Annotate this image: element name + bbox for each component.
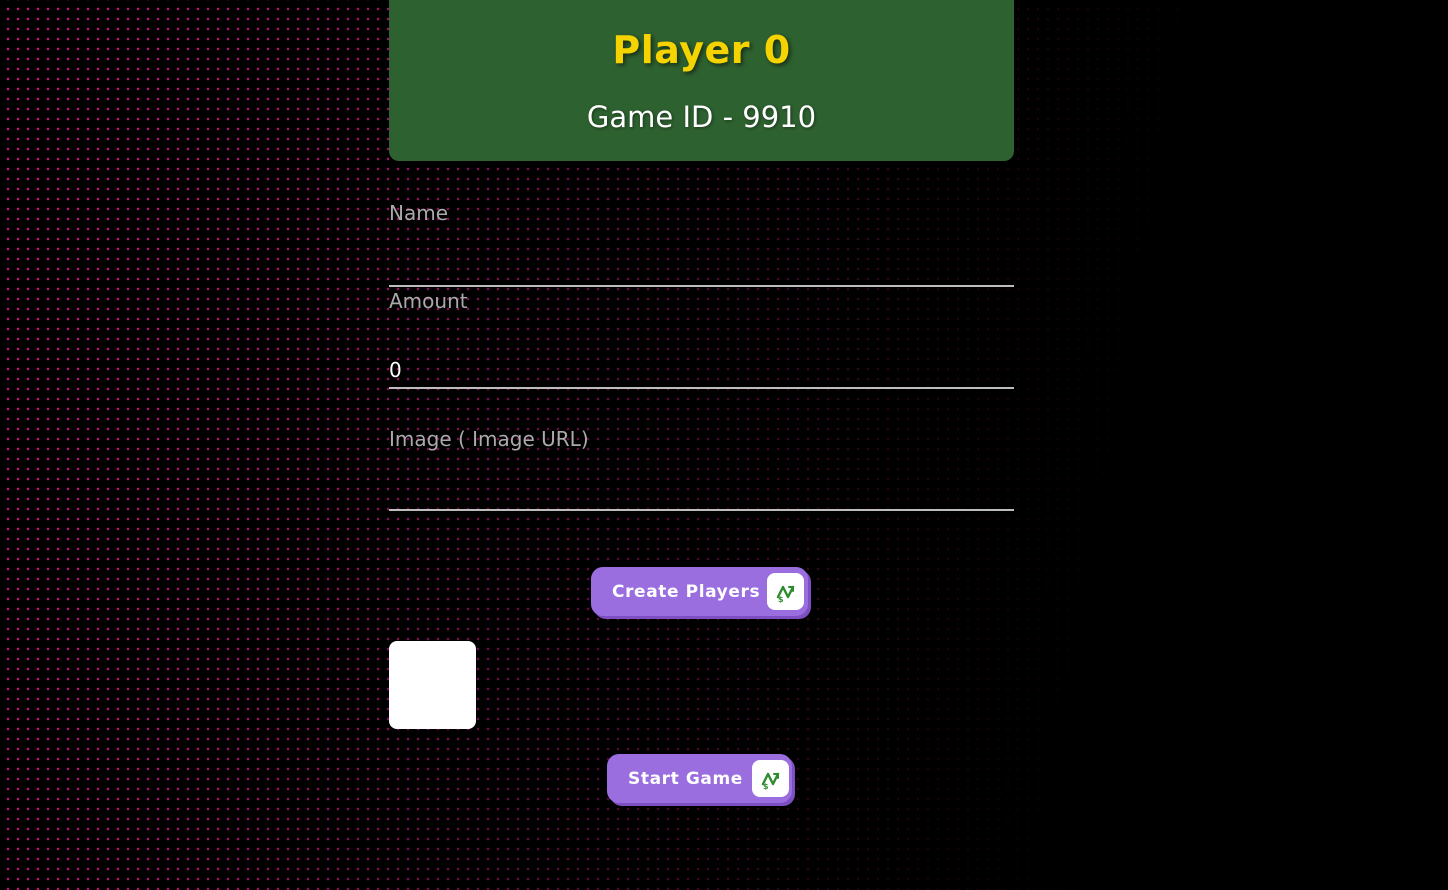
player-title: Player 0 [612,28,791,72]
amount-input[interactable] [389,353,1014,389]
amount-label: Amount [389,289,468,313]
image-url-label: Image ( Image URL) [389,427,589,451]
image-url-field: Image ( Image URL) [389,427,1014,513]
name-input[interactable] [389,251,1014,287]
player-avatar-tile[interactable] [389,641,476,729]
dollar-arrow-icon: $ [767,573,804,610]
start-game-label: Start Game [628,768,743,789]
name-label: Name [389,201,449,225]
dollar-arrow-icon: $ [752,760,789,797]
svg-text:$: $ [778,595,784,603]
start-game-button[interactable]: Start Game $ [607,754,792,803]
create-players-label: Create Players [612,581,761,602]
svg-text:$: $ [763,782,769,790]
amount-field: Amount [389,289,1014,399]
create-players-button[interactable]: Create Players $ [591,567,808,616]
name-field: Name [389,201,1014,287]
image-url-input[interactable] [389,475,1014,511]
game-header-card: Player 0 Game ID - 9910 [389,0,1014,161]
game-id-label: Game ID - 9910 [586,100,817,134]
